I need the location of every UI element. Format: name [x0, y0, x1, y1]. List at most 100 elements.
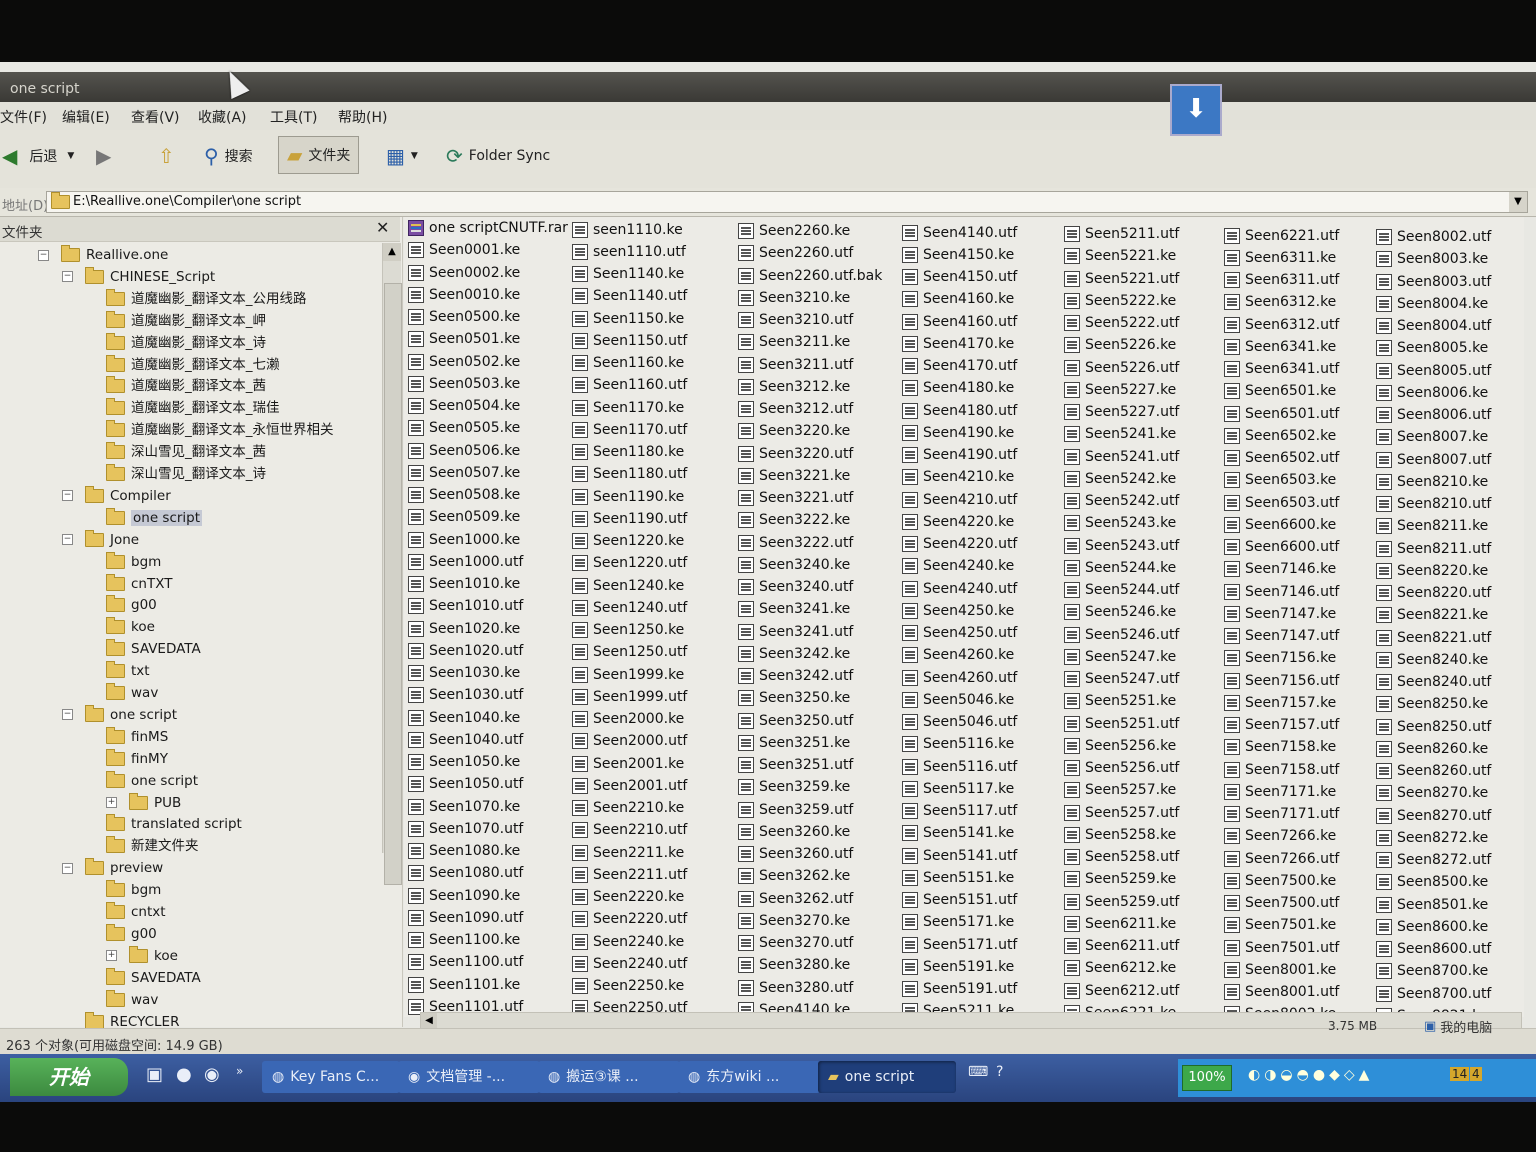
- file-item[interactable]: Seen1180.ke: [572, 441, 687, 463]
- file-item[interactable]: Seen8220.utf: [1376, 582, 1491, 604]
- file-item[interactable]: Seen3210.utf: [738, 309, 882, 331]
- file-item[interactable]: Seen8007.ke: [1376, 426, 1491, 448]
- file-item[interactable]: Seen7157.ke: [1224, 692, 1339, 714]
- collapse-icon[interactable]: −: [62, 862, 73, 874]
- address-input[interactable]: E:\Reallive.one\Compiler\one script ▼: [46, 191, 1528, 213]
- file-item[interactable]: Seen5141.utf: [902, 845, 1017, 867]
- file-item[interactable]: Seen8006.ke: [1376, 382, 1491, 404]
- file-item[interactable]: Seen5243.utf: [1064, 535, 1179, 557]
- views-button[interactable]: ▦ ▼: [386, 146, 418, 166]
- file-item[interactable]: Seen5243.ke: [1064, 512, 1179, 534]
- file-item[interactable]: Seen4150.ke: [902, 244, 1017, 266]
- file-item[interactable]: Seen4220.utf: [902, 533, 1017, 555]
- file-item[interactable]: Seen5151.utf: [902, 889, 1017, 911]
- tree-item[interactable]: 道魔幽影_翻译文本_公用线路: [106, 288, 307, 309]
- file-item[interactable]: Seen3240.ke: [738, 554, 882, 576]
- file-item[interactable]: Seen6341.ke: [1224, 336, 1339, 358]
- file-item[interactable]: Seen0506.ke: [408, 440, 568, 462]
- file-item[interactable]: Seen8004.utf: [1376, 315, 1491, 337]
- tree-item[interactable]: one script: [106, 770, 198, 791]
- file-item[interactable]: Seen5259.utf: [1064, 891, 1179, 913]
- task-banyun[interactable]: ◍ 搬运③课 ...: [538, 1061, 680, 1093]
- help-icon[interactable]: ?: [996, 1064, 1003, 1080]
- task-touhou-wiki[interactable]: ◍ 东方wiki ...: [678, 1061, 820, 1093]
- file-item[interactable]: Seen5191.utf: [902, 978, 1017, 1000]
- file-item[interactable]: Seen1000.utf: [408, 551, 568, 573]
- tree-item[interactable]: − preview: [62, 858, 163, 878]
- file-item[interactable]: Seen5244.ke: [1064, 557, 1179, 579]
- file-item[interactable]: Seen3240.utf: [738, 576, 882, 598]
- file-item[interactable]: Seen3241.utf: [738, 621, 882, 643]
- file-item[interactable]: Seen1240.ke: [572, 575, 687, 597]
- file-item[interactable]: Seen7500.utf: [1224, 892, 1339, 914]
- file-item[interactable]: Seen1140.utf: [572, 285, 687, 307]
- file-item[interactable]: Seen8211.utf: [1376, 538, 1491, 560]
- tree-item[interactable]: − one script: [62, 704, 177, 725]
- file-item[interactable]: Seen7171.ke: [1224, 781, 1339, 803]
- file-item[interactable]: Seen3250.utf: [738, 710, 882, 732]
- file-item[interactable]: Seen3212.ke: [738, 376, 882, 398]
- file-item[interactable]: Seen3220.utf: [738, 443, 882, 465]
- menu-file[interactable]: 文件(F): [0, 107, 47, 127]
- file-item[interactable]: Seen3260.utf: [738, 843, 882, 865]
- file-item[interactable]: Seen1050.ke: [408, 751, 568, 773]
- file-item[interactable]: Seen1250.ke: [572, 619, 687, 641]
- file-item[interactable]: Seen3280.utf: [738, 977, 882, 999]
- file-item[interactable]: Seen4190.ke: [902, 422, 1017, 444]
- task-doc-manager[interactable]: ◉ 文档管理 -...: [398, 1061, 540, 1093]
- collapse-icon[interactable]: −: [38, 249, 49, 261]
- file-item[interactable]: Seen1020.utf: [408, 640, 568, 662]
- file-item[interactable]: Seen3242.utf: [738, 665, 882, 687]
- file-item[interactable]: Seen6211.ke: [1064, 913, 1179, 935]
- file-item[interactable]: Seen1090.utf: [408, 907, 568, 929]
- file-item[interactable]: Seen8002.utf: [1376, 226, 1491, 248]
- tree-item[interactable]: finMS: [106, 726, 168, 747]
- file-item[interactable]: Seen0509.ke: [408, 506, 568, 528]
- file-item[interactable]: seen1110.utf: [572, 241, 687, 263]
- file-item[interactable]: Seen4140.utf: [902, 222, 1017, 244]
- file-item[interactable]: Seen1101.ke: [408, 974, 568, 996]
- file-item[interactable]: Seen8270.utf: [1376, 805, 1491, 827]
- tree-item[interactable]: wav: [106, 683, 158, 703]
- file-item[interactable]: Seen5241.utf: [1064, 446, 1179, 468]
- zoom-level[interactable]: 100%: [1182, 1065, 1232, 1091]
- file-item[interactable]: Seen1160.ke: [572, 352, 687, 374]
- tree-item[interactable]: g00: [106, 923, 157, 944]
- file-item[interactable]: Seen7266.ke: [1224, 825, 1339, 847]
- file-item[interactable]: Seen5256.utf: [1064, 757, 1179, 779]
- tree-item[interactable]: 道魔幽影_翻译文本_七濑: [106, 354, 280, 375]
- tree-item[interactable]: 深山雪见_翻译文本_诗: [106, 464, 266, 484]
- file-item[interactable]: Seen1170.ke: [572, 397, 687, 419]
- file-item[interactable]: Seen5116.ke: [902, 733, 1017, 755]
- file-item[interactable]: Seen5191.ke: [902, 956, 1017, 978]
- file-item[interactable]: Seen5251.utf: [1064, 713, 1179, 735]
- file-item[interactable]: Seen4250.utf: [902, 622, 1017, 644]
- file-item[interactable]: Seen2210.utf: [572, 819, 687, 841]
- file-item[interactable]: Seen6600.utf: [1224, 536, 1339, 558]
- file-item[interactable]: Seen5211.utf: [1064, 223, 1179, 245]
- file-item[interactable]: Seen3280.ke: [738, 954, 882, 976]
- file-item[interactable]: Seen3212.utf: [738, 398, 882, 420]
- file-item[interactable]: Seen0504.ke: [408, 395, 568, 417]
- file-item[interactable]: Seen1190.ke: [572, 486, 687, 508]
- file-item[interactable]: Seen0010.ke: [408, 284, 568, 306]
- file-item[interactable]: Seen7156.ke: [1224, 647, 1339, 669]
- file-item[interactable]: Seen2250.ke: [572, 975, 687, 997]
- file-item[interactable]: Seen1220.ke: [572, 530, 687, 552]
- file-item[interactable]: Seen6221.utf: [1224, 225, 1339, 247]
- tree-item[interactable]: translated script: [106, 814, 242, 834]
- file-item[interactable]: Seen6503.ke: [1224, 469, 1339, 491]
- file-item[interactable]: Seen2211.ke: [572, 842, 687, 864]
- file-item[interactable]: Seen8005.utf: [1376, 360, 1491, 382]
- file-item[interactable]: Seen6600.ke: [1224, 514, 1339, 536]
- expand-icon[interactable]: +: [106, 950, 117, 962]
- tray-badge[interactable]: 4: [1470, 1067, 1482, 1081]
- file-item[interactable]: Seen3259.utf: [738, 799, 882, 821]
- file-item[interactable]: Seen3220.ke: [738, 420, 882, 442]
- file-item[interactable]: Seen6211.utf: [1064, 935, 1179, 957]
- file-item[interactable]: Seen5171.ke: [902, 911, 1017, 933]
- tree-item[interactable]: SAVEDATA: [106, 639, 201, 659]
- file-item[interactable]: Seen7147.ke: [1224, 603, 1339, 625]
- file-item[interactable]: Seen8250.utf: [1376, 716, 1491, 738]
- file-item[interactable]: Seen7147.utf: [1224, 625, 1339, 647]
